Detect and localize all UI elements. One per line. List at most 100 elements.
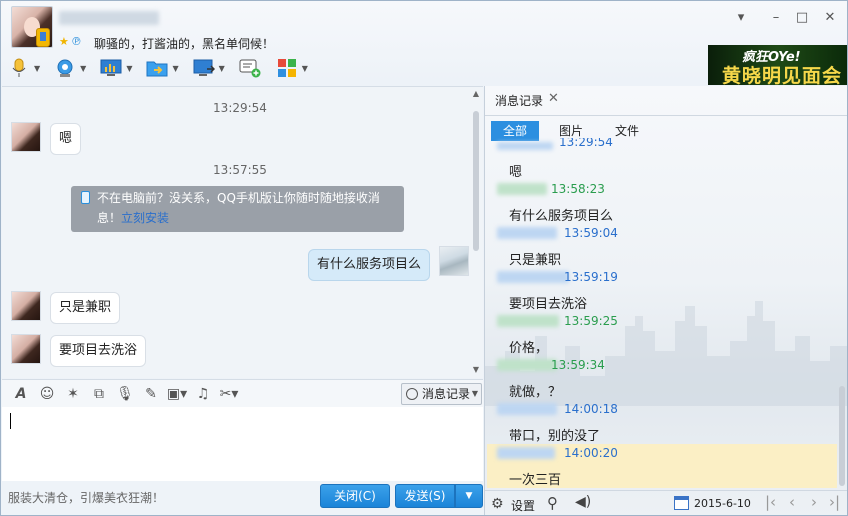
history-message: 嗯 — [509, 165, 523, 180]
history-time: 13:59:04 — [564, 226, 618, 240]
microphone-icon — [7, 57, 31, 79]
close-button[interactable]: 关闭(C) — [320, 484, 390, 508]
ime-icon[interactable]: ⧉ — [88, 383, 110, 405]
timestamp: 13:57:55 — [213, 163, 267, 177]
message-history-button[interactable]: 消息记录 ▼ — [401, 383, 482, 405]
settings-link[interactable]: 设置 — [511, 497, 535, 514]
history-message: 带口，别的没了 — [509, 429, 601, 444]
my-message-avatar[interactable] — [439, 246, 469, 276]
chevron-down-icon: ▼ — [471, 389, 478, 398]
install-link[interactable]: 立刻安装 — [121, 211, 169, 225]
redacted-sender — [497, 227, 557, 239]
history-time: 13:58:23 — [551, 182, 605, 196]
history-footer: ⚙ 设置 ⚲ ◀) 2015-6-10 |‹ ‹ › ›| — [485, 490, 847, 515]
music-icon[interactable]: ♫ — [192, 383, 214, 405]
banner-main-text: 黄晓明见面会 — [722, 65, 843, 85]
history-time: 14:00:20 — [564, 446, 618, 460]
filter-all[interactable]: 全部 — [491, 121, 539, 141]
emoji-icon[interactable]: ☺ — [36, 383, 58, 405]
history-message: 有什么服务项目么 — [509, 209, 614, 224]
history-button-label: 消息记录 — [422, 387, 471, 401]
minimize-button[interactable]: – — [767, 9, 785, 27]
chevron-down-icon: ▼ — [126, 63, 133, 73]
history-time: 13:59:34 — [551, 358, 605, 372]
apps-button[interactable]: ▼ — [275, 57, 308, 79]
contact-message-avatar[interactable] — [11, 122, 41, 152]
redacted-sender — [497, 271, 569, 283]
edit-icon[interactable]: ✎ — [140, 383, 162, 405]
footer-ad-link[interactable]: 服装大清仓，引爆美衣狂潮！ — [8, 489, 164, 506]
redacted-sender — [497, 315, 559, 327]
shake-icon[interactable]: ✶ — [62, 383, 84, 405]
timestamp: 13:29:54 — [213, 101, 267, 115]
video-call-button[interactable]: ▼ — [53, 57, 86, 79]
phone-icon — [81, 191, 90, 204]
voice-call-button[interactable]: ▼ — [7, 57, 40, 79]
message-bubble: 嗯 — [50, 123, 82, 155]
folder-arrow-icon — [145, 57, 169, 79]
voice-message-icon[interactable]: 🎙︎ — [114, 383, 136, 405]
history-time: 13:59:19 — [564, 270, 618, 284]
screenshot-icon[interactable]: ✂▾ — [218, 383, 240, 405]
qzone-icon: ℗ — [70, 35, 82, 48]
contact-message-avatar[interactable] — [11, 291, 41, 321]
redacted-sender — [497, 183, 547, 195]
chevron-down-icon: ▼ — [218, 63, 225, 73]
chat-add-icon — [238, 57, 262, 79]
history-message: 要项目去洗浴 — [509, 297, 588, 312]
contact-nickname-redacted — [59, 11, 159, 25]
speaker-icon[interactable]: ◀) — [575, 494, 591, 510]
prev-page-icon[interactable]: ‹ — [789, 493, 795, 511]
close-window-button[interactable]: ✕ — [821, 9, 839, 27]
redacted-sender — [497, 403, 557, 415]
chevron-down-icon: ▼ — [80, 63, 87, 73]
message-area[interactable]: 13:29:54 嗯 13:57:55 不在电脑前？没关系，QQ手机版让你随时随… — [2, 86, 483, 378]
calendar-icon[interactable] — [674, 496, 689, 510]
remote-desktop-button[interactable]: ▼ — [99, 57, 132, 79]
history-scrollbar[interactable] — [837, 146, 847, 486]
font-icon[interactable]: A — [10, 383, 32, 405]
history-message: 一次三百 — [509, 473, 562, 488]
message-bubble: 只是兼职 — [50, 292, 121, 324]
menu-dropdown-button[interactable]: ▾ — [732, 9, 750, 27]
close-tab-icon[interactable]: ✕ — [548, 91, 559, 106]
remote-assist-button[interactable]: ▼ — [192, 57, 225, 79]
send-file-button[interactable]: ▼ — [145, 57, 179, 79]
contact-signature: 聊骚的，打酱油的，黑名单伺候！ — [94, 37, 275, 51]
history-date[interactable]: 2015-6-10 — [694, 497, 751, 510]
mobile-online-icon — [36, 28, 50, 47]
scroll-up-arrow-icon[interactable]: ▲ — [470, 89, 482, 99]
create-discussion-button[interactable] — [238, 57, 262, 79]
last-page-icon[interactable]: ›| — [829, 493, 840, 511]
first-page-icon[interactable]: |‹ — [765, 493, 776, 511]
mobile-notice-banner: 不在电脑前？没关系，QQ手机版让你随时随地接收消息！立刻安装 — [71, 186, 404, 232]
history-time: 14:00:18 — [564, 402, 618, 416]
maximize-button[interactable]: □ — [793, 9, 811, 27]
scroll-down-arrow-icon[interactable]: ▼ — [470, 365, 482, 375]
star-icon: ★ — [59, 35, 69, 48]
qq-chat-window: ★ ℗ 聊骚的，打酱油的，黑名单伺候！ ▾ – □ ✕ 疯狂OYe! 黄晓明见面会… — [0, 0, 848, 516]
ad-banner[interactable]: 疯狂OYe! 黄晓明见面会 — [708, 45, 847, 85]
my-message-bubble: 有什么服务项目么 — [308, 249, 431, 281]
scroll-thumb[interactable] — [839, 386, 845, 486]
contact-message-avatar[interactable] — [11, 334, 41, 364]
message-input[interactable] — [2, 407, 483, 481]
history-message: 就做，？ — [509, 385, 562, 400]
history-tab-label[interactable]: 消息记录 — [495, 92, 543, 109]
redacted-sender — [497, 447, 555, 459]
redacted-sender — [497, 359, 557, 371]
image-icon[interactable]: ▣▾ — [166, 383, 188, 405]
next-page-icon[interactable]: › — [811, 493, 817, 511]
history-message: 只是兼职 — [509, 253, 562, 268]
divider — [485, 115, 847, 116]
scroll-thumb[interactable] — [473, 111, 479, 251]
search-icon[interactable]: ⚲ — [547, 494, 558, 512]
chat-scrollbar[interactable]: ▲ ▼ — [470, 89, 482, 375]
send-button[interactable]: 发送(S) — [395, 484, 455, 508]
redacted-sender — [497, 142, 553, 150]
text-cursor — [10, 413, 11, 429]
screen-share-icon — [99, 57, 123, 79]
history-time-partial: 13:29:54 — [559, 138, 613, 148]
send-options-button[interactable]: ▼ — [455, 484, 483, 508]
gear-icon[interactable]: ⚙ — [491, 496, 504, 512]
